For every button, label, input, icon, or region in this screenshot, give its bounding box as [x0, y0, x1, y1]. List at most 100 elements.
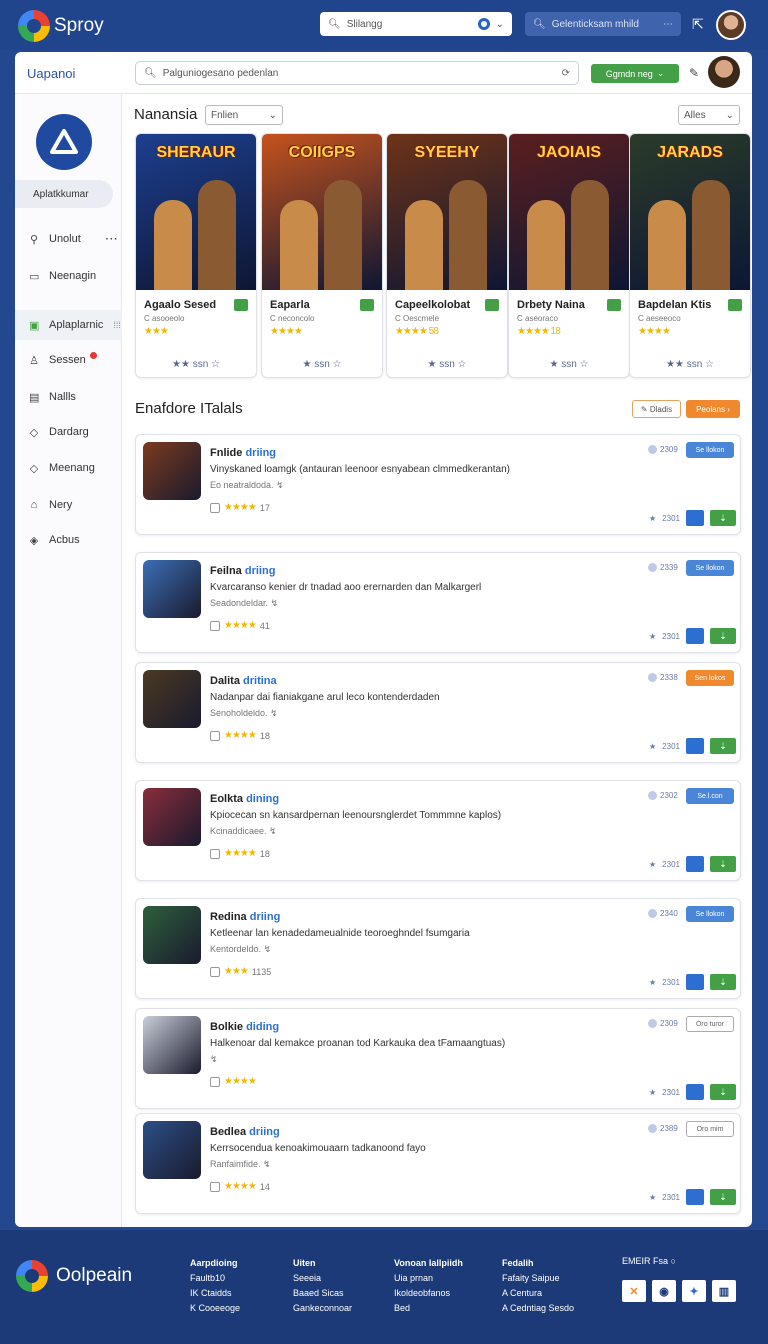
checkbox-icon[interactable]: [210, 620, 220, 631]
checkbox-icon[interactable]: [210, 848, 220, 859]
sidebar-item-neenagin[interactable]: ▭ Neenagin: [15, 261, 122, 291]
download-button[interactable]: ⇣: [709, 628, 736, 644]
download-button[interactable]: ⇣: [709, 510, 736, 526]
listing-sort-button[interactable]: ✎ Dladis: [632, 400, 681, 418]
list-item-action-button[interactable]: Oro turor: [686, 1016, 734, 1032]
list-item-title-b[interactable]: driing: [250, 911, 281, 923]
top-search-input[interactable]: 🔍︎ Slilangg ⌄: [320, 12, 512, 36]
edit-icon[interactable]: ✎: [689, 66, 699, 80]
footer-link[interactable]: IK Ctaidds: [190, 1286, 240, 1301]
list-item[interactable]: Feilna driing Kvarcaranso kenier dr tnada…: [135, 552, 741, 653]
list-item-title-b[interactable]: dining: [246, 793, 279, 805]
game-card-rating[interactable]: ★★ ssn ☆: [136, 359, 256, 370]
featured-sort-select[interactable]: Alles ⌄: [678, 105, 740, 125]
share-icon[interactable]: [685, 738, 704, 754]
sidebar-item-nallls[interactable]: ▤ Nallls: [15, 382, 122, 412]
list-item[interactable]: Fnlide driing Vinyskaned loamgk (antauran…: [135, 434, 741, 535]
download-button[interactable]: ⇣: [709, 974, 736, 990]
install-badge-icon[interactable]: [728, 299, 742, 311]
install-badge-icon[interactable]: [360, 299, 374, 311]
game-card[interactable]: COIIGPS Eaparla C neconcolo ★★★★ ★ ssn ☆: [261, 133, 383, 378]
game-card-rating[interactable]: ★ ssn ☆: [262, 359, 382, 370]
social-badge-2-icon[interactable]: ◉: [652, 1280, 676, 1302]
footer-brand[interactable]: Oolpeain: [16, 1260, 132, 1292]
game-card-rating[interactable]: ★ ssn ☆: [387, 359, 507, 370]
footer-link[interactable]: Fafaity Saipue: [502, 1271, 574, 1286]
footer-link[interactable]: A Centura: [502, 1286, 574, 1301]
footer-link[interactable]: A Cedntiag Sesdo: [502, 1301, 574, 1316]
sidebar-app-button[interactable]: Aplatkkumar: [15, 180, 113, 208]
game-card-rating[interactable]: ★★ ssn ☆: [630, 359, 750, 370]
share-icon[interactable]: [685, 1084, 704, 1100]
list-item-title-b[interactable]: driing: [245, 447, 276, 459]
footer-link[interactable]: Seeeia: [293, 1271, 352, 1286]
download-button[interactable]: ⇣: [709, 738, 736, 754]
footer-link[interactable]: Baaed Sicas: [293, 1286, 352, 1301]
footer-link[interactable]: Bed: [394, 1301, 463, 1316]
panel-avatar[interactable]: [708, 56, 740, 88]
top-filter-pill[interactable]: 🔍︎ Gelenticksam mhild ⋯: [525, 12, 681, 36]
sidebar-item-acbus[interactable]: ◈ Acbus: [15, 525, 122, 555]
install-badge-icon[interactable]: [607, 299, 621, 311]
sidebar-item-nery[interactable]: ⌂ Nery: [15, 490, 122, 520]
checkbox-icon[interactable]: [210, 502, 220, 513]
share-icon[interactable]: [685, 856, 704, 872]
share-icon[interactable]: [685, 628, 704, 644]
sidebar-item-meenang[interactable]: ◇ Meenang: [15, 453, 122, 483]
list-item[interactable]: Eolkta dining Kpiocecan sn kansardpernan …: [135, 780, 741, 881]
footer-link[interactable]: Uia prnan: [394, 1271, 463, 1286]
game-card[interactable]: SYEEHY Capeelkolobat C Oescmele ★★★★ 58 ★ ss…: [386, 133, 508, 378]
more-icon[interactable]: ⋯: [105, 231, 118, 247]
share-icon[interactable]: [685, 1189, 704, 1205]
chevron-down-icon[interactable]: ⌄: [496, 19, 504, 30]
checkbox-icon[interactable]: [210, 1181, 220, 1192]
footer-link[interactable]: Gankeconnoar: [293, 1301, 352, 1316]
checkbox-icon[interactable]: [210, 1076, 220, 1087]
list-item-action-button[interactable]: Oro mim: [686, 1121, 734, 1137]
list-item-title-b[interactable]: driing: [245, 565, 276, 577]
footer-link[interactable]: Ikoldeobfanos: [394, 1286, 463, 1301]
download-button[interactable]: ⇣: [709, 1189, 736, 1205]
list-item-action-button[interactable]: Se.l.con: [686, 788, 734, 804]
list-item-action-button[interactable]: Se llokon: [686, 906, 734, 922]
list-item-action-button[interactable]: Sen lokos: [686, 670, 734, 686]
footer-link[interactable]: K Cooeeoge: [190, 1301, 240, 1316]
sidebar-item-aplaplarnic[interactable]: ▣ Aplaplarnic ⁞⁞⁞: [15, 310, 122, 340]
list-item-title-b[interactable]: driing: [249, 1126, 280, 1138]
sidebar-item-unolut[interactable]: ⚲ Unolut ⋯: [15, 224, 122, 254]
refresh-icon[interactable]: ⟳: [562, 68, 570, 79]
game-card[interactable]: JARADS Bapdelan Ktis C aeseeoco ★★★★ ★★ ssn …: [629, 133, 751, 378]
footer-link[interactable]: Faultb10: [190, 1271, 240, 1286]
brand[interactable]: Sproy: [18, 10, 104, 42]
list-item-action-button[interactable]: Se llokon: [686, 442, 734, 458]
game-card[interactable]: JAOIAIS Drbety Naina C aseoraco ★★★★ 18 ★ ss…: [508, 133, 630, 378]
social-badge-3-icon[interactable]: ✦: [682, 1280, 706, 1302]
share-icon[interactable]: [685, 974, 704, 990]
game-card[interactable]: SHERAUR Agaalo Sesed C asooeolo ★★★ ★★ ssn ☆: [135, 133, 257, 378]
social-badge-4-icon[interactable]: ▥: [712, 1280, 736, 1302]
list-item[interactable]: Bedlea driing Kerrsocendua kenoakimouaarn…: [135, 1113, 741, 1214]
list-item[interactable]: Dalita dritina Nadanpar dai fianiakgane a…: [135, 662, 741, 763]
featured-filter-select[interactable]: Fnlien ⌄: [205, 105, 283, 125]
list-item[interactable]: Redina driing Ketleenar lan kenadedameual…: [135, 898, 741, 999]
download-button[interactable]: ⇣: [709, 1084, 736, 1100]
toggle-icon[interactable]: [477, 18, 490, 30]
download-button[interactable]: ⇣: [709, 856, 736, 872]
checkbox-icon[interactable]: [210, 966, 220, 977]
sidebar-item-dardarg[interactable]: ◇ Dardarg: [15, 417, 122, 447]
list-item-title-b[interactable]: diding: [246, 1021, 279, 1033]
share-icon[interactable]: [685, 510, 704, 526]
sidebar-item-sessen[interactable]: ♙ Sessen: [15, 345, 122, 375]
list-item[interactable]: Bolkie diding Halkenoar dal kemakce proan…: [135, 1008, 741, 1109]
install-badge-icon[interactable]: [485, 299, 499, 311]
list-item-title-b[interactable]: dritina: [243, 675, 277, 687]
install-badge-icon[interactable]: [234, 299, 248, 311]
game-card-rating[interactable]: ★ ssn ☆: [509, 359, 629, 370]
listing-primary-button[interactable]: Peolans ›: [686, 400, 740, 418]
checkbox-icon[interactable]: [210, 730, 220, 741]
list-item-action-button[interactable]: Se llokon: [686, 560, 734, 576]
user-avatar[interactable]: [716, 10, 746, 40]
panel-search-input[interactable]: 🔍︎ Palguniogesano pedenlan ⟳: [135, 61, 579, 85]
social-badge-1-icon[interactable]: ✕: [622, 1280, 646, 1302]
notification-icon[interactable]: ⇱: [692, 16, 704, 33]
